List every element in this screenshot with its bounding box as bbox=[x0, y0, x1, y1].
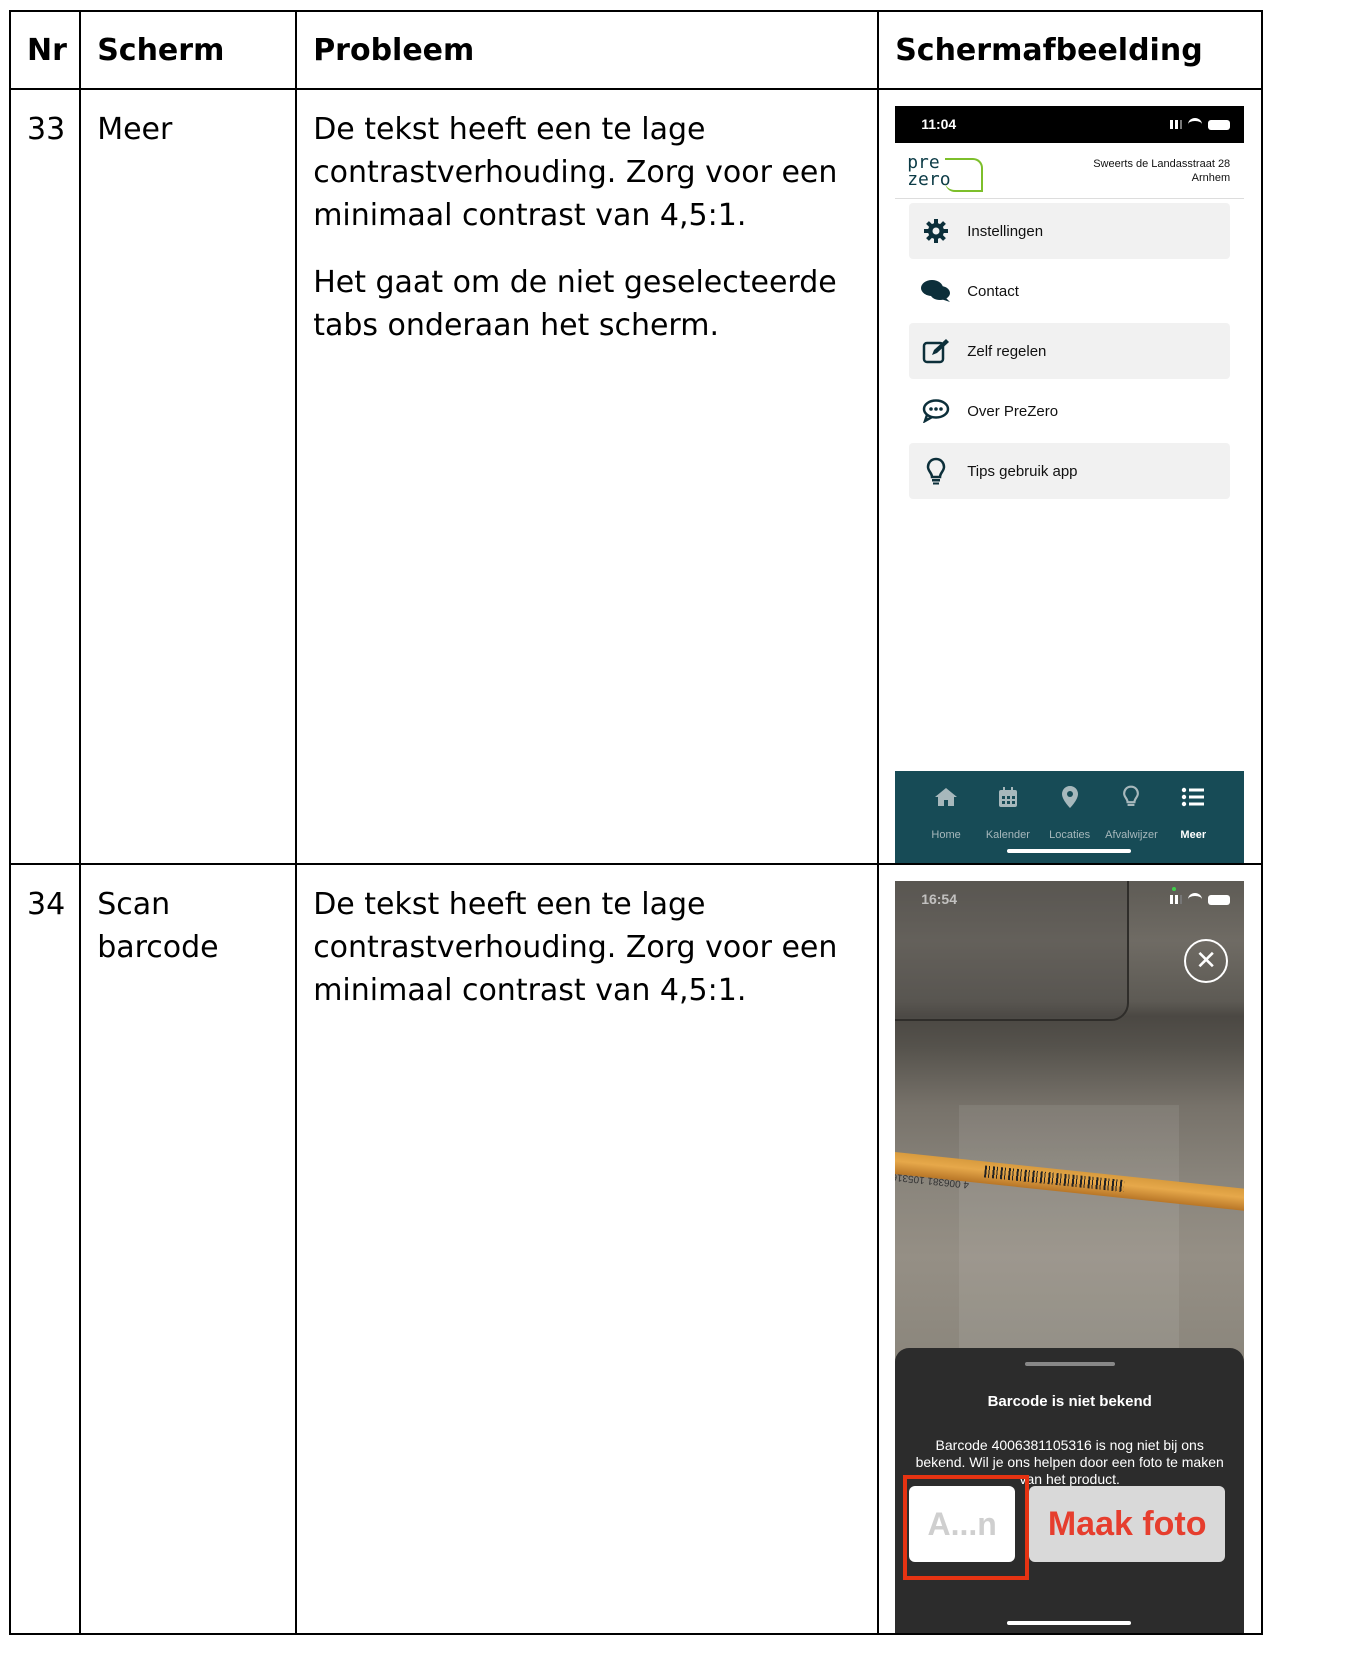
status-indicators bbox=[1170, 893, 1231, 906]
gear-icon bbox=[921, 217, 951, 245]
close-icon: ✕ bbox=[1195, 945, 1218, 975]
tab-meer[interactable]: Meer bbox=[1163, 785, 1223, 857]
lightbulb-icon bbox=[921, 457, 951, 485]
maak-foto-button[interactable]: Maak foto bbox=[1029, 1486, 1226, 1562]
row-nr: 34 bbox=[27, 887, 66, 922]
home-indicator bbox=[1007, 1621, 1132, 1625]
tab-bar: Home Kalender Locaties Afvalwijzer Meer bbox=[895, 771, 1245, 863]
edit-icon bbox=[921, 337, 951, 365]
audit-table: Nr Scherm Probleem Schermafbeelding 33 M… bbox=[8, 10, 1264, 1635]
battery-icon bbox=[1208, 119, 1231, 130]
sheet-title: Barcode is niet bekend bbox=[987, 1393, 1152, 1410]
home-indicator bbox=[1007, 849, 1132, 853]
lightbulb-icon bbox=[1101, 785, 1161, 809]
list-icon bbox=[1163, 785, 1223, 809]
menu-item-tips[interactable]: Tips gebruik app bbox=[909, 443, 1231, 499]
wifi-icon bbox=[1188, 118, 1203, 131]
status-indicators bbox=[1170, 118, 1231, 131]
sheet-grabber[interactable] bbox=[1024, 1362, 1115, 1366]
scan-frame bbox=[959, 1105, 1180, 1350]
menu-item-contact[interactable]: Contact bbox=[909, 263, 1230, 319]
battery-icon bbox=[1208, 894, 1231, 905]
problem-paragraph: De tekst heeft een te lage contrastverho… bbox=[313, 112, 838, 233]
header-probleem: Probleem bbox=[295, 10, 880, 90]
camera-background-tablet bbox=[895, 881, 1130, 1021]
table-row: 34 Scan barcode De tekst heeft een te la… bbox=[8, 863, 1264, 1635]
row-nr: 33 bbox=[27, 112, 66, 147]
prezero-logo: pre zero bbox=[907, 153, 987, 192]
problem-paragraph: Het gaat om de niet geselecteerde tabs o… bbox=[313, 265, 837, 343]
header-schermafbeelding: Schermafbeelding bbox=[877, 10, 1264, 90]
signal-icon bbox=[1170, 895, 1183, 904]
address: Sweerts de Landasstraat 28 Arnhem bbox=[1093, 157, 1231, 184]
tab-afvalwijzer[interactable]: Afvalwijzer bbox=[1101, 785, 1161, 857]
bottom-sheet: Barcode is niet bekend Barcode 400638110… bbox=[895, 1348, 1245, 1633]
calendar-icon bbox=[978, 785, 1038, 809]
row-scherm: Scan barcode bbox=[97, 887, 219, 965]
menu-item-over-prezero[interactable]: Over PreZero bbox=[909, 383, 1230, 439]
tab-home[interactable]: Home bbox=[916, 785, 976, 857]
tab-locaties[interactable]: Locaties bbox=[1040, 785, 1100, 857]
row-probleem: De tekst heeft een te lage contrastverho… bbox=[297, 865, 877, 1012]
row-probleem: De tekst heeft een te lage contrastverho… bbox=[297, 90, 877, 347]
header-row: Nr Scherm Probleem Schermafbeelding bbox=[8, 10, 1264, 90]
speech-bubble-icon bbox=[921, 397, 951, 425]
header-nr: Nr bbox=[8, 10, 82, 90]
status-bar: 11:04 bbox=[895, 106, 1245, 143]
tab-kalender[interactable]: Kalender bbox=[978, 785, 1038, 857]
header-scherm: Scherm bbox=[79, 10, 298, 90]
row-scherm: Meer bbox=[97, 112, 173, 147]
more-menu: Instellingen Contact Zelf regelen Over P… bbox=[895, 199, 1244, 499]
app-header: pre zero Sweerts de Landasstraat 28 Arnh… bbox=[895, 143, 1245, 199]
signal-icon bbox=[1170, 120, 1183, 129]
highlight-box bbox=[903, 1475, 1030, 1580]
location-pin-icon bbox=[1040, 785, 1100, 809]
menu-item-instellingen[interactable]: Instellingen bbox=[909, 203, 1231, 259]
chat-icon bbox=[921, 277, 951, 305]
close-button[interactable]: ✕ bbox=[1184, 939, 1229, 983]
wifi-icon bbox=[1188, 893, 1203, 906]
status-time: 11:04 bbox=[921, 116, 957, 132]
screenshot-scan-barcode: 16:54 ✕ 4 006381 105316 Barcode is niet … bbox=[895, 881, 1245, 1633]
screenshot-meer: 11:04 pre zero Sweerts de Landasstraat 2… bbox=[895, 106, 1245, 863]
table-row: 33 Meer De tekst heeft een te lage contr… bbox=[8, 88, 1264, 865]
home-icon bbox=[916, 785, 976, 809]
menu-item-zelf-regelen[interactable]: Zelf regelen bbox=[909, 323, 1231, 379]
problem-paragraph: De tekst heeft een te lage contrastverho… bbox=[313, 887, 838, 1008]
